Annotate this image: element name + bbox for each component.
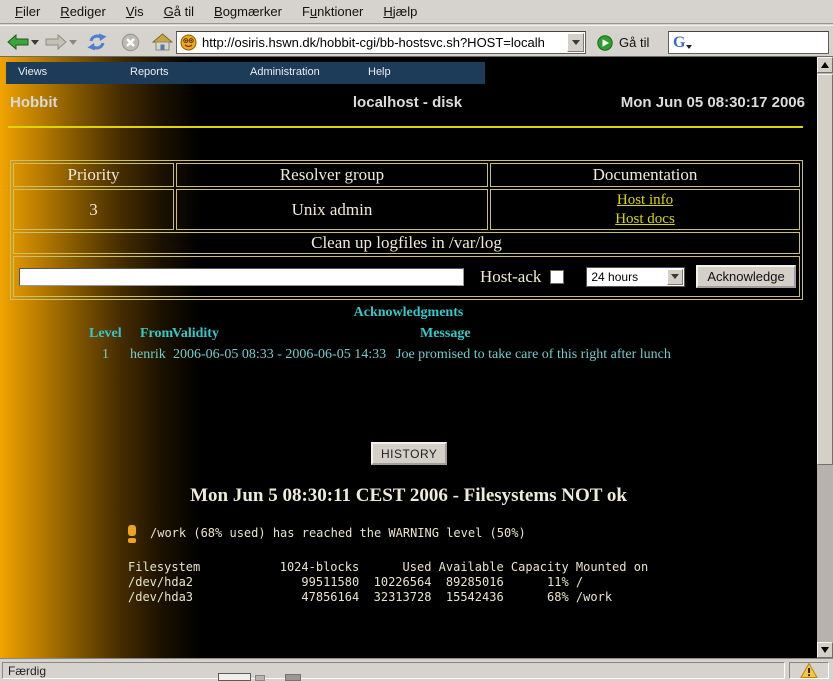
menu-ga-til[interactable]: Gå til [155, 2, 203, 21]
header-resolver-group: Resolver group [176, 163, 488, 187]
home-button[interactable] [150, 30, 174, 54]
warning-line: /work (68% used) has reached the WARNING… [128, 524, 526, 543]
table-row: 3 Unix admin Host info Host docs [13, 189, 800, 230]
chevron-down-icon[interactable] [667, 269, 683, 285]
menu-bar: Filer Rediger Vis Gå til Bogmærker Funkt… [0, 0, 833, 24]
status-bar: Færdig [0, 658, 833, 681]
ack-header-from: From [140, 326, 173, 342]
yellow-status-icon [128, 525, 137, 543]
search-input[interactable]: G [668, 31, 829, 54]
page-header: localhost - disk Hobbit Mon Jun 05 08:30… [10, 94, 805, 113]
ack-from: henrik [130, 347, 166, 363]
chevron-down-icon [572, 40, 580, 45]
status-text: Færdig [2, 662, 785, 679]
warning-triangle-icon [800, 662, 818, 679]
back-icon [7, 34, 29, 50]
scrollbar-down-icon [821, 647, 829, 653]
chevron-down-icon [31, 40, 39, 45]
host-info-link[interactable]: Host info [491, 191, 799, 210]
status-title: Mon Jun 5 08:30:11 CEST 2006 - Filesyste… [0, 485, 817, 507]
go-button[interactable]: Gå til [597, 31, 649, 54]
forward-button[interactable] [44, 30, 68, 54]
nav-help[interactable]: Help [368, 66, 391, 78]
table-row: Host-ack 24 hours Acknowledge [13, 256, 800, 297]
stop-button[interactable] [119, 30, 141, 54]
chevron-down-icon[interactable] [686, 45, 692, 49]
scrollbar-up-button[interactable] [817, 57, 833, 73]
acknowledgments-title: Acknowledgments [0, 305, 817, 321]
priority-value: 3 [13, 189, 174, 230]
nav-views[interactable]: Views [18, 66, 47, 78]
nav-administration[interactable]: Administration [250, 66, 320, 78]
ack-message: Joe promised to take care of this right … [396, 347, 671, 363]
acknowledge-form: Host-ack 24 hours Acknowledge [14, 265, 799, 288]
scrollbar-thumb[interactable] [817, 74, 833, 465]
host-ack-checkbox[interactable] [550, 270, 564, 284]
header-documentation: Documentation [490, 163, 800, 187]
menu-rediger[interactable]: Rediger [51, 2, 115, 21]
priority-info-table: Priority Resolver group Documentation 3 … [10, 160, 803, 300]
duration-value: 24 hours [587, 270, 667, 284]
scrollbar-up-icon [821, 62, 829, 68]
documentation-links: Host info Host docs [490, 189, 800, 230]
navigation-toolbar: http://osiris.hswn.dk/hobbit-cgi/bb-host… [0, 25, 833, 57]
ack-level: 1 [102, 347, 109, 363]
forward-icon [45, 34, 67, 50]
favicon-smiley-icon [180, 34, 197, 51]
warning-text: /work (68% used) has reached the WARNING… [150, 524, 526, 542]
home-icon [152, 33, 173, 51]
menu-filer[interactable]: Filer [6, 2, 49, 21]
url-bar[interactable]: http://osiris.hswn.dk/hobbit-cgi/bb-host… [176, 31, 586, 54]
ack-header-validity: Validity [172, 326, 219, 342]
acknowledgments-header-row: Level From Validity Message [0, 326, 817, 342]
ack-header-level: Level [89, 326, 122, 342]
browser-window: Filer Rediger Vis Gå til Bogmærker Funkt… [0, 0, 833, 681]
menu-hjaelp[interactable]: Hjælp [374, 2, 426, 21]
back-dropdown-button[interactable] [30, 30, 40, 54]
history-button[interactable]: HISTORY [371, 442, 447, 465]
acknowledgment-row: 1 henrik 2006-06-05 08:33 - 2006-06-05 1… [0, 347, 817, 363]
url-text[interactable]: http://osiris.hswn.dk/hobbit-cgi/bb-host… [202, 35, 567, 50]
host-ack-label: Host-ack [480, 267, 541, 287]
nav-reports[interactable]: Reports [130, 66, 169, 78]
url-history-dropdown[interactable] [567, 33, 584, 52]
stop-icon [121, 33, 140, 52]
note-text: Clean up logfiles in /var/log [13, 232, 800, 254]
forward-dropdown-button[interactable] [68, 30, 78, 54]
vertical-scrollbar[interactable] [817, 57, 833, 658]
menu-bogmaerker[interactable]: Bogmærker [205, 2, 291, 21]
divider [8, 126, 803, 128]
go-label: Gå til [619, 35, 649, 50]
table-header-row: Priority Resolver group Documentation [13, 163, 800, 187]
resolver-group-value: Unix admin [176, 189, 488, 230]
security-status-box[interactable] [789, 662, 829, 679]
hobbit-nav-bar: Views Reports Administration Help [6, 62, 485, 84]
taskbar-fragment [285, 674, 301, 681]
google-search-icon[interactable]: G [673, 35, 685, 51]
page-date: Mon Jun 05 08:30:17 2006 [621, 94, 805, 111]
back-button[interactable] [6, 30, 30, 54]
page-content: Views Reports Administration Help localh… [0, 57, 817, 658]
header-priority: Priority [13, 163, 174, 187]
scrollbar-down-button[interactable] [817, 642, 833, 658]
acknowledge-button[interactable]: Acknowledge [696, 265, 795, 288]
chevron-down-icon [69, 40, 77, 45]
ack-header-message: Message [420, 326, 471, 342]
host-docs-link[interactable]: Host docs [491, 210, 799, 229]
ack-message-input[interactable] [19, 268, 464, 286]
reload-icon [87, 33, 107, 51]
taskbar-fragment [255, 675, 265, 681]
app-name: Hobbit [10, 94, 57, 111]
duration-select[interactable]: 24 hours [586, 267, 685, 287]
taskbar-fragment [218, 673, 251, 681]
filesystem-table: Filesystem 1024-blocks Used Available Ca… [128, 560, 648, 605]
go-icon [597, 35, 613, 51]
reload-button[interactable] [86, 30, 108, 54]
menu-vis[interactable]: Vis [117, 2, 153, 21]
table-row: Clean up logfiles in /var/log [13, 232, 800, 254]
ack-validity: 2006-06-05 08:33 - 2006-06-05 14:33 [173, 347, 386, 363]
menu-funktioner[interactable]: Funktioner [293, 2, 372, 21]
